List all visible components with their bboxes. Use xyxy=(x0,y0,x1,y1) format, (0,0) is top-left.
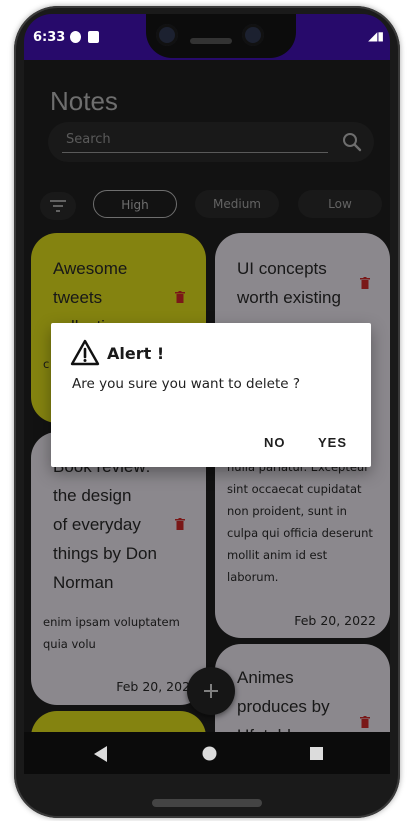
recents-icon[interactable] xyxy=(310,747,323,760)
notch xyxy=(146,14,296,58)
dialog-message: Are you sure you want to delete ? xyxy=(72,376,301,392)
no-button[interactable]: NO xyxy=(264,435,286,450)
front-sensor-icon xyxy=(242,24,264,46)
signal-icon: ◢▮ xyxy=(368,29,384,43)
navigation-bar xyxy=(24,732,390,774)
status-app-icon xyxy=(70,31,81,43)
dialog-title: Alert ! xyxy=(107,344,165,363)
status-time: 6:33 xyxy=(33,30,66,45)
home-icon[interactable] xyxy=(202,746,217,761)
device-home-bar xyxy=(152,799,262,807)
alert-dialog: Alert ! Are you sure you want to delete … xyxy=(51,323,371,467)
yes-button[interactable]: YES xyxy=(318,435,347,450)
earpiece-speaker xyxy=(190,38,232,44)
front-camera-icon xyxy=(156,24,178,46)
status-sd-icon xyxy=(88,31,99,43)
warning-icon xyxy=(70,339,100,366)
back-icon[interactable] xyxy=(94,746,108,762)
